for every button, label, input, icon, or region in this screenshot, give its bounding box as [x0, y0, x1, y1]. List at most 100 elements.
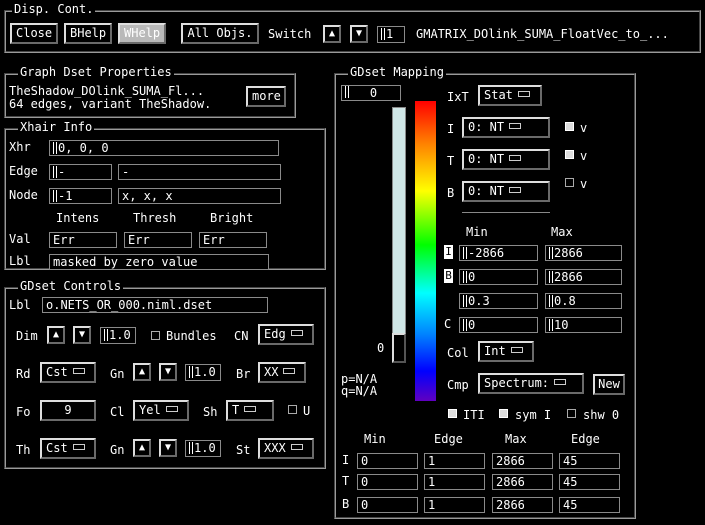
val-label: Val	[9, 232, 31, 246]
br-menu[interactable]: XX	[258, 362, 306, 383]
cn-menu-value: Edg	[264, 327, 286, 341]
sh-menu[interactable]: T	[226, 400, 274, 421]
t-v-checkbox[interactable]	[565, 150, 574, 159]
b-min-field[interactable]: 0	[459, 269, 538, 285]
i-v-checkbox[interactable]	[565, 122, 574, 131]
c-min-field[interactable]: 0	[459, 317, 538, 333]
i-max-value: 2866	[554, 246, 583, 260]
sym-i-checkbox[interactable]	[499, 409, 508, 418]
c-max-value: 10	[554, 318, 569, 332]
cmp-label: Cmp	[447, 378, 469, 392]
option-menu-icon	[509, 187, 522, 193]
ixt-label: IxT	[447, 90, 469, 104]
q-value: q=N/A	[341, 384, 378, 398]
switch-up-arrow-icon[interactable]: ▲	[323, 25, 341, 43]
option-menu-icon	[72, 444, 85, 450]
close-button[interactable]: Close	[10, 23, 58, 44]
i-range-marker: I	[444, 245, 453, 259]
t-sb-menu-value: 0: NT	[468, 152, 505, 166]
shw-0-checkbox[interactable]	[567, 409, 576, 418]
graph-props-line1: TheShadow_DOlink_SUMA_Fl...	[9, 84, 205, 98]
table-cell: 2866	[492, 453, 553, 469]
option-menu-icon	[290, 444, 303, 450]
dim-up-arrow-icon[interactable]: ▲	[47, 326, 65, 344]
b-sb-menu-value: 0: NT	[468, 184, 505, 198]
edge-field[interactable]: -	[49, 164, 112, 180]
mapping-title: GDset Mapping	[348, 65, 446, 79]
table-cell: 45	[559, 474, 620, 490]
c-min-value: 0	[468, 318, 476, 332]
dim-field[interactable]: 1.0	[100, 327, 136, 344]
i-max-field[interactable]: 2866	[545, 245, 622, 261]
b-v-checkbox[interactable]	[565, 178, 574, 187]
bhelp-button[interactable]: BHelp	[64, 23, 112, 44]
table-row-label: T	[342, 474, 350, 488]
table-header-min: Min	[364, 432, 386, 446]
colorbar[interactable]	[415, 101, 436, 401]
bright-header: Bright	[210, 211, 254, 225]
br-label: Br	[236, 367, 251, 381]
xhr-field[interactable]: 0, 0, 0	[49, 140, 279, 156]
st-menu[interactable]: XXX	[258, 438, 314, 459]
new-colormap-button[interactable]: New	[593, 374, 625, 395]
cl-menu[interactable]: Yel	[133, 400, 189, 421]
b2-max-field[interactable]: 0.8	[545, 293, 622, 309]
iti-checkbox[interactable]	[448, 409, 457, 418]
option-menu-icon	[509, 123, 522, 129]
gn-down-arrow-icon[interactable]: ▼	[159, 363, 177, 381]
gn2-value: 1.0	[194, 441, 216, 455]
graph-props-line2: 64 edges, variant TheShadow.	[9, 97, 212, 111]
gn-field[interactable]: 1.0	[185, 364, 221, 381]
graph-props-title: Graph Dset Properties	[18, 65, 174, 79]
disp-cont-title: Disp. Cont.	[12, 2, 96, 16]
switch-index-field[interactable]: 1	[377, 26, 405, 43]
val-thresh-field: Err	[124, 232, 192, 248]
cmp-menu[interactable]: Spectrum:	[478, 373, 584, 394]
t-sb-menu[interactable]: 0: NT	[462, 149, 550, 170]
gn2-down-arrow-icon[interactable]: ▼	[159, 439, 177, 457]
val-intens-field: Err	[49, 232, 117, 248]
cn-label: CN	[234, 329, 249, 343]
table-header-edge: Edge	[434, 432, 463, 446]
switch-down-arrow-icon[interactable]: ▼	[350, 25, 368, 43]
cn-menu[interactable]: Edg	[258, 324, 314, 345]
b-sb-menu[interactable]: 0: NT	[462, 181, 550, 202]
th-label: Th	[16, 443, 31, 457]
intens-header: Intens	[56, 211, 100, 225]
gn2-up-arrow-icon[interactable]: ▲	[133, 439, 151, 457]
threshold-slider-track[interactable]	[392, 107, 406, 363]
whelp-button[interactable]: WHelp	[118, 23, 166, 44]
col-menu[interactable]: Int	[478, 341, 534, 362]
all-objs-button[interactable]: All Objs.	[181, 23, 259, 44]
table-header-edge: Edge	[571, 432, 600, 446]
rd-label: Rd	[16, 367, 31, 381]
table-row-label: B	[342, 497, 350, 511]
controls-title: GDset Controls	[18, 279, 124, 293]
rd-menu[interactable]: Cst	[40, 362, 96, 383]
bundles-checkbox[interactable]	[151, 331, 160, 340]
node-field[interactable]: -1	[49, 188, 112, 204]
b2-min-field[interactable]: 0.3	[459, 293, 538, 309]
dim-down-arrow-icon[interactable]: ▼	[73, 326, 91, 344]
gn-up-arrow-icon[interactable]: ▲	[133, 363, 151, 381]
i-min-field[interactable]: -2866	[459, 245, 538, 261]
u-label: U	[303, 404, 311, 418]
gn-value: 1.0	[194, 365, 216, 379]
more-button[interactable]: more	[246, 86, 286, 107]
fo-menu[interactable]: 9	[40, 400, 96, 421]
b-sb-label: B	[447, 186, 455, 200]
th-menu[interactable]: Cst	[40, 438, 96, 459]
threshold-slider-thumb[interactable]	[392, 333, 406, 363]
mapping-top-field[interactable]: 0	[341, 85, 401, 101]
c-max-field[interactable]: 10	[545, 317, 622, 333]
gn2-field[interactable]: 1.0	[185, 440, 221, 457]
u-checkbox[interactable]	[288, 405, 297, 414]
option-menu-icon	[554, 379, 567, 385]
b-max-field[interactable]: 2866	[545, 269, 622, 285]
option-menu-icon	[510, 347, 523, 353]
b-max-value: 2866	[554, 270, 583, 284]
i-sb-menu[interactable]: 0: NT	[462, 117, 550, 138]
ixt-menu[interactable]: Stat	[478, 85, 542, 106]
st-label: St	[236, 443, 251, 457]
controls-lbl-label: Lbl	[9, 298, 31, 312]
